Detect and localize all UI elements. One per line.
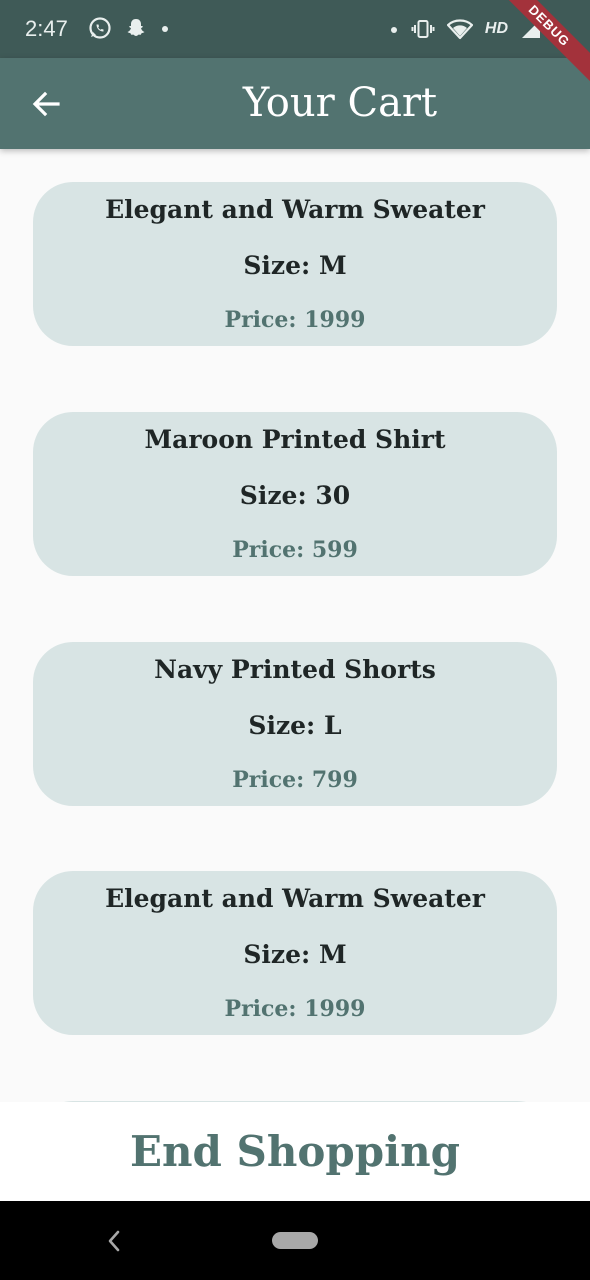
item-name: Elegant and Warm Sweater: [105, 195, 485, 224]
home-pill-icon[interactable]: [272, 1232, 318, 1249]
status-left-icons: [88, 16, 170, 40]
cart-item-card[interactable]: Elegant and Warm Sweater Size: M Price: …: [33, 182, 557, 346]
cart-list[interactable]: Elegant and Warm Sweater Size: M Price: …: [0, 149, 590, 1102]
whatsapp-icon: [89, 17, 111, 39]
system-nav-bar: [0, 1201, 590, 1280]
cart-item-card[interactable]: Navy Printed Shorts Size: L Price: 799: [33, 642, 557, 806]
item-size: Size: L: [248, 711, 342, 740]
item-name: Navy Printed Shorts: [154, 655, 436, 684]
cart-item-card[interactable]: Elegant and Warm Sweater Size: M Price: …: [33, 871, 557, 1035]
page-title: Your Cart: [242, 80, 438, 126]
item-price: Price: 799: [232, 767, 358, 793]
end-shopping-button[interactable]: End Shopping: [0, 1124, 590, 1180]
snapchat-icon: [127, 19, 145, 36]
hd-label: HD: [484, 20, 508, 37]
bottom-action-bar: End Shopping: [0, 1102, 590, 1201]
dot-icon: [162, 26, 168, 32]
item-price: Price: 1999: [224, 307, 366, 333]
item-price: Price: 1999: [224, 996, 366, 1022]
item-name: Elegant and Warm Sweater: [105, 884, 485, 913]
item-size: Size: M: [243, 940, 347, 969]
status-right-icons: HD: [389, 17, 542, 41]
app-bar: Your Cart: [0, 58, 590, 149]
item-size: Size: 30: [239, 481, 351, 510]
chevron-left-icon[interactable]: [103, 1228, 125, 1254]
item-price: Price: 599: [232, 537, 358, 563]
item-size: Size: M: [243, 251, 347, 280]
dot-icon: [390, 27, 397, 33]
status-bar: 2:47 HD: [0, 0, 590, 58]
vibrate-icon: [411, 20, 435, 38]
item-name: Maroon Printed Shirt: [144, 425, 446, 454]
wifi-icon: [446, 19, 473, 40]
status-time: 2:47: [25, 16, 68, 41]
cart-item-card[interactable]: Maroon Printed Shirt Size: 30 Price: 599: [33, 412, 557, 576]
